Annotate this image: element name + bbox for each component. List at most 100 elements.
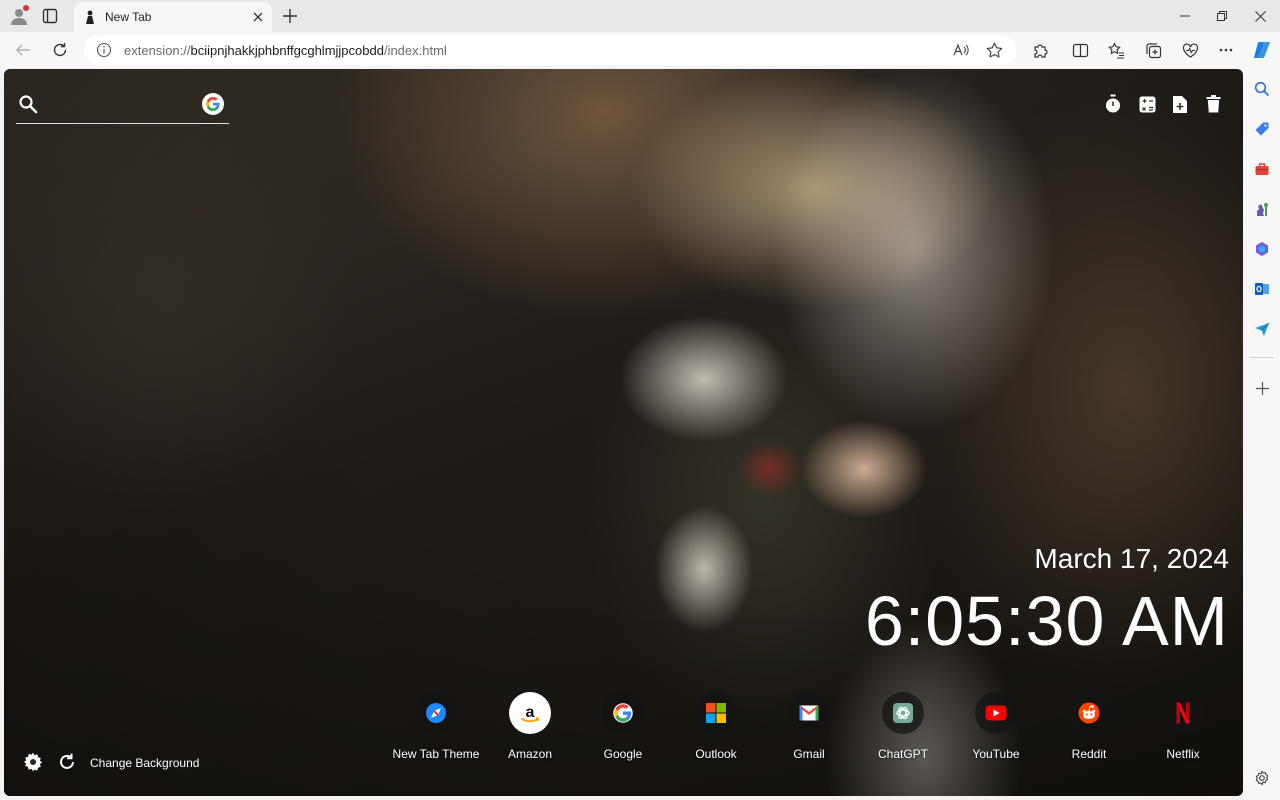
refresh-icon bbox=[60, 753, 74, 769]
shortcut-label: Outlook bbox=[695, 747, 737, 761]
tag-icon bbox=[1255, 122, 1269, 136]
shortcut-icon-wrap bbox=[415, 692, 457, 734]
sidebar-shopping-button[interactable] bbox=[1251, 118, 1273, 140]
shortcut-label: Google bbox=[603, 747, 643, 761]
shortcut-label: ChatGPT bbox=[877, 747, 928, 761]
shortcut-google[interactable]: Google bbox=[577, 692, 669, 772]
tab-actions-icon bbox=[42, 8, 58, 24]
arrow-left-icon bbox=[16, 44, 30, 56]
search-input[interactable] bbox=[46, 93, 196, 115]
tab-actions-button[interactable] bbox=[38, 4, 62, 28]
shortcut-icon-wrap bbox=[788, 692, 830, 734]
extensions-button[interactable] bbox=[1028, 38, 1052, 62]
sidebar-divider bbox=[1250, 357, 1274, 358]
shortcut-icon-wrap: a bbox=[509, 692, 551, 734]
trash-icon bbox=[1206, 95, 1220, 113]
profile-notification-dot bbox=[23, 5, 29, 11]
favorites-list-icon bbox=[1107, 41, 1124, 59]
sidebar-add-button[interactable] bbox=[1251, 377, 1273, 399]
site-info-icon[interactable] bbox=[96, 42, 112, 58]
sidebar-settings-button[interactable] bbox=[1251, 767, 1273, 789]
browser-toolbar: extension://bciipnjhakkjphbnffgcghlmjjpc… bbox=[0, 32, 1280, 68]
add-note-button[interactable] bbox=[1169, 93, 1191, 115]
sidebar-outlook-button[interactable] bbox=[1251, 278, 1273, 300]
shortcut-label: YouTube bbox=[972, 747, 1020, 761]
favorite-button[interactable] bbox=[983, 39, 1005, 61]
favorites-button[interactable] bbox=[1104, 38, 1128, 62]
calculator-button[interactable] bbox=[1136, 93, 1158, 115]
url-path: /index.html bbox=[383, 42, 447, 58]
sidebar-tools-button[interactable] bbox=[1251, 158, 1273, 180]
shortcut-amazon[interactable]: a Amazon bbox=[484, 692, 576, 772]
change-background-button[interactable] bbox=[55, 750, 79, 774]
timer-button[interactable] bbox=[1102, 93, 1124, 115]
collections-button[interactable] bbox=[1141, 38, 1165, 62]
youtube-icon bbox=[985, 705, 1007, 721]
sidebar-games-button[interactable] bbox=[1251, 198, 1273, 220]
bride-favicon-icon bbox=[83, 10, 97, 24]
split-screen-button[interactable] bbox=[1068, 38, 1092, 62]
minimize-icon bbox=[1180, 15, 1190, 17]
shortcut-icon-wrap bbox=[882, 692, 924, 734]
google-engine-icon[interactable] bbox=[202, 93, 224, 115]
plus-icon bbox=[283, 9, 297, 23]
reddit-icon bbox=[1078, 702, 1100, 724]
search-icon bbox=[1254, 81, 1270, 97]
tab-new-tab[interactable]: New Tab bbox=[74, 2, 272, 32]
shortcut-reddit[interactable]: Reddit bbox=[1043, 692, 1135, 772]
new-tab-page: March 17, 2024 6:05:30 AM New Tab Theme … bbox=[4, 69, 1243, 796]
more-menu-button[interactable] bbox=[1214, 38, 1238, 62]
trash-button[interactable] bbox=[1202, 93, 1224, 115]
plus-icon bbox=[1255, 381, 1269, 395]
settings-button[interactable] bbox=[21, 750, 45, 774]
calculator-icon bbox=[1139, 96, 1155, 112]
sidebar-drop-button[interactable] bbox=[1251, 318, 1273, 340]
browser-sidebar bbox=[1244, 68, 1280, 800]
google-icon bbox=[613, 703, 633, 723]
shortcut-icon-wrap bbox=[975, 692, 1017, 734]
browser-essentials-button[interactable] bbox=[1178, 38, 1202, 62]
chatgpt-icon bbox=[893, 703, 913, 723]
svg-text:a: a bbox=[526, 704, 535, 721]
shortcut-netflix[interactable]: Netflix bbox=[1137, 692, 1229, 772]
shortcut-outlook[interactable]: Outlook bbox=[670, 692, 762, 772]
search-icon bbox=[19, 95, 38, 114]
amazon-icon: a bbox=[521, 704, 540, 723]
new-tab-button[interactable] bbox=[278, 4, 302, 28]
change-background-label[interactable]: Change Background bbox=[90, 756, 199, 770]
send-icon bbox=[1255, 322, 1270, 336]
shortcut-chatgpt[interactable]: ChatGPT bbox=[857, 692, 949, 772]
shortcut-youtube[interactable]: YouTube bbox=[950, 692, 1042, 772]
shortcut-label: Gmail bbox=[793, 747, 825, 761]
more-icon bbox=[1219, 48, 1233, 52]
star-icon bbox=[986, 42, 1002, 58]
back-button[interactable] bbox=[11, 38, 35, 62]
sidebar-search-button[interactable] bbox=[1251, 78, 1273, 100]
gear-icon bbox=[23, 752, 43, 772]
split-screen-icon bbox=[1072, 43, 1088, 57]
shortcut-new-tab-theme[interactable]: New Tab Theme bbox=[390, 692, 482, 772]
tab-close-button[interactable] bbox=[248, 7, 268, 27]
address-url: extension://bciipnjhakkjphbnffgcghlmjjpc… bbox=[124, 43, 447, 58]
url-scheme: extension:// bbox=[124, 42, 191, 58]
read-aloud-button[interactable] bbox=[950, 39, 972, 61]
note-add-icon bbox=[1173, 95, 1187, 113]
close-window-button[interactable] bbox=[1237, 0, 1280, 32]
chess-icon bbox=[1257, 203, 1268, 216]
background-photo bbox=[4, 69, 1243, 796]
shortcut-label: Amazon bbox=[507, 747, 553, 761]
gmail-icon bbox=[799, 705, 819, 721]
microsoft-icon bbox=[706, 703, 726, 723]
copilot-icon bbox=[1254, 42, 1270, 58]
collections-icon bbox=[1145, 42, 1161, 58]
shortcut-gmail[interactable]: Gmail bbox=[763, 692, 855, 772]
copilot-button[interactable] bbox=[1250, 38, 1274, 62]
compass-icon bbox=[426, 703, 446, 723]
search-box[interactable] bbox=[16, 89, 229, 124]
sidebar-microsoft365-button[interactable] bbox=[1251, 238, 1273, 260]
close-icon bbox=[253, 12, 263, 22]
shortcut-label: New Tab Theme bbox=[392, 747, 480, 761]
address-bar[interactable]: extension://bciipnjhakkjphbnffgcghlmjjpc… bbox=[84, 35, 1016, 65]
refresh-button[interactable] bbox=[48, 38, 72, 62]
refresh-icon bbox=[53, 43, 67, 57]
